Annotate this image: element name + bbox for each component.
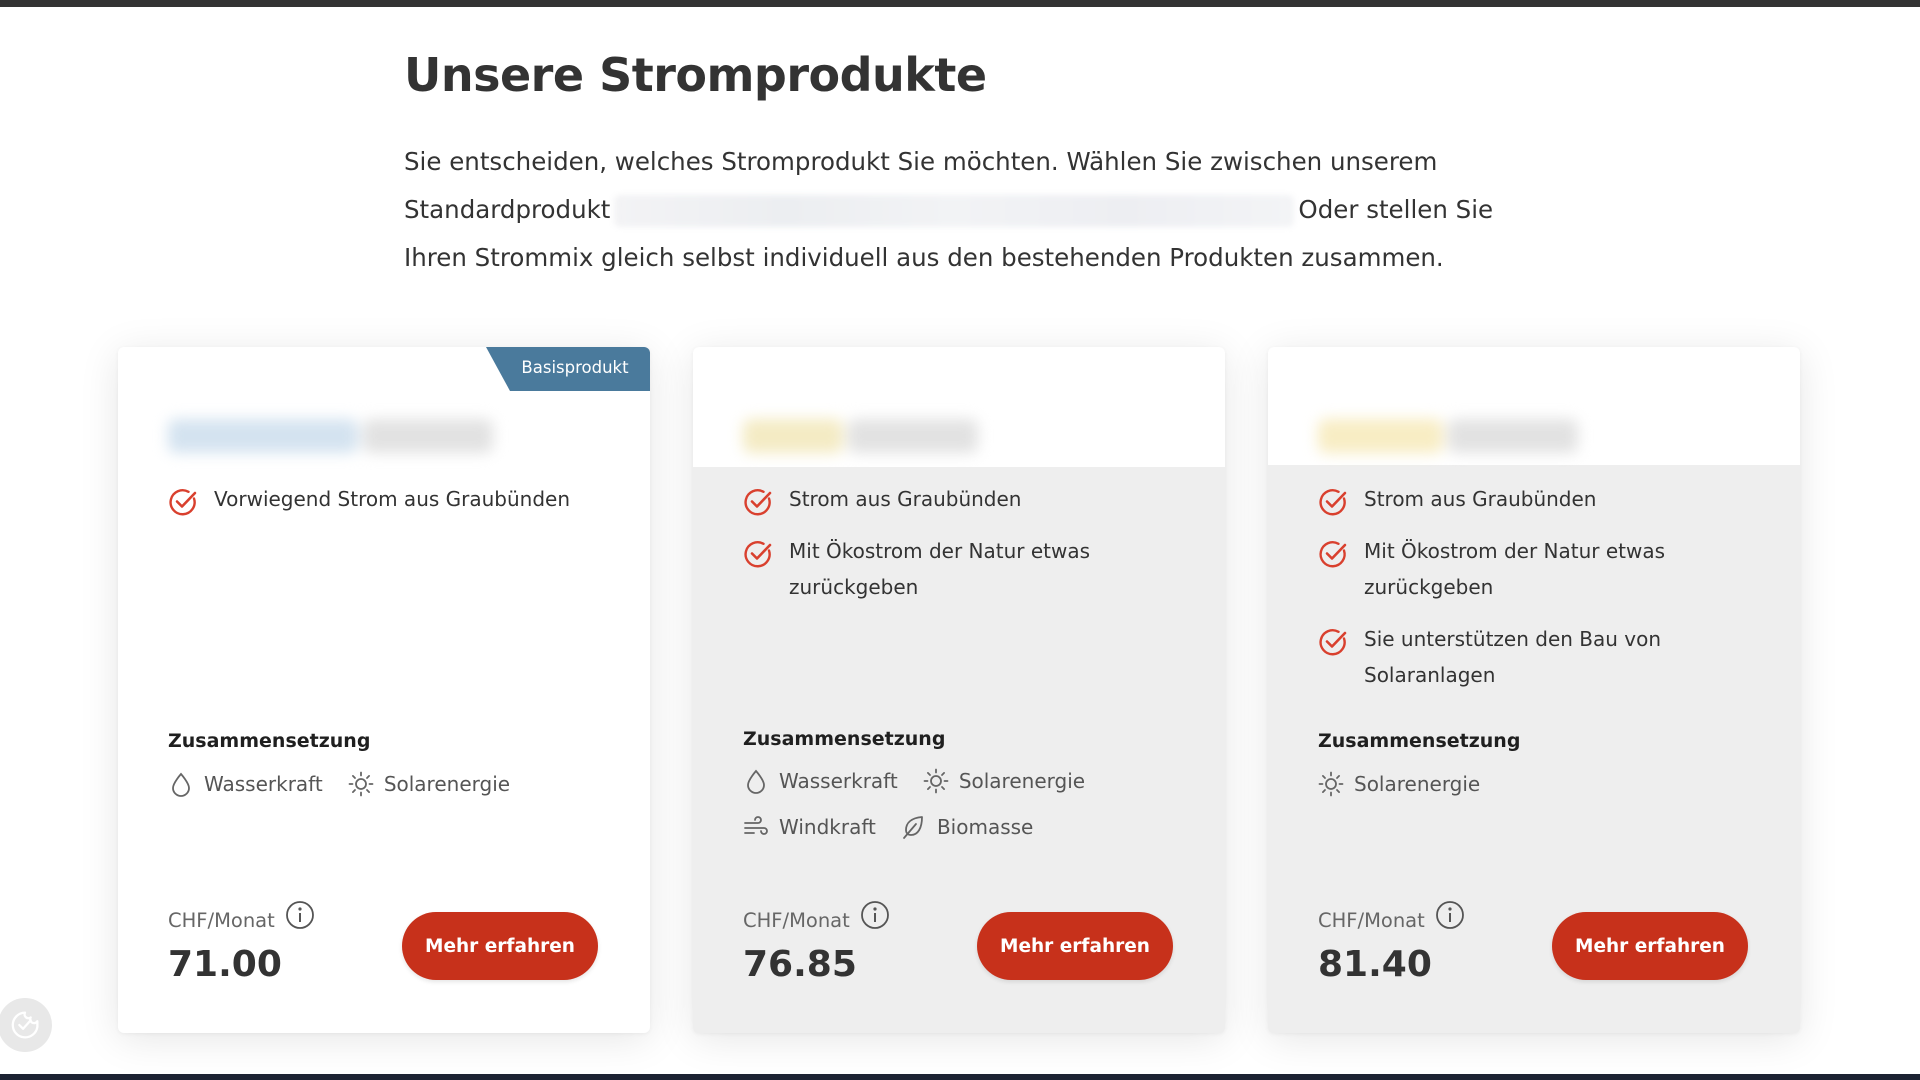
cookie-settings-button[interactable]	[0, 998, 52, 1052]
composition-item-solarenergie: Solarenergie	[1318, 771, 1480, 797]
check-circle-icon	[744, 541, 772, 568]
feature-item: Mit Ökostrom der Natur etwas zurückgeben	[743, 533, 1183, 605]
price-label: CHF/Monat	[1318, 900, 1466, 932]
price-value: 71.00	[168, 944, 282, 985]
cookie-icon	[11, 1011, 39, 1039]
info-icon[interactable]	[859, 899, 891, 931]
price-label: CHF/Monat	[743, 900, 891, 932]
composition-item-biomasse: Biomasse	[901, 814, 1033, 840]
check-circle-icon	[1319, 489, 1347, 516]
feature-item: Strom aus Graubünden	[1318, 481, 1758, 517]
price-value: 76.85	[743, 944, 857, 985]
check-circle-icon	[1319, 541, 1347, 568]
mehr-erfahren-button[interactable]: Mehr erfahren	[1552, 912, 1748, 980]
product-logo	[743, 419, 1073, 453]
composition-item-solarenergie: Solarenergie	[923, 768, 1085, 794]
intro-text: Sie entscheiden, welches Stromprodukt Si…	[404, 138, 1514, 282]
feature-item: Strom aus Graubünden	[743, 481, 1183, 517]
leaf-icon	[903, 816, 923, 839]
feature-item: Mit Ökostrom der Natur etwas zurückgeben	[1318, 533, 1758, 605]
mehr-erfahren-button[interactable]: Mehr erfahren	[977, 912, 1173, 980]
composition-list: Wasserkraft Solarenergie	[168, 771, 608, 817]
composition-item-windkraft: Windkraft	[743, 814, 876, 840]
check-circle-icon	[1319, 629, 1347, 656]
composition-list: Wasserkraft Solarenergie Windkraft Bioma…	[743, 768, 1183, 860]
feature-list: Strom aus Graubünden Mit Ökostrom der Na…	[743, 481, 1183, 621]
composition-title: Zusammensetzung	[1318, 730, 1521, 752]
composition-title: Zusammensetzung	[743, 728, 946, 750]
page-title: Unsere Stromprodukte	[404, 48, 987, 102]
composition-item-solarenergie: Solarenergie	[348, 771, 510, 797]
price-value: 81.40	[1318, 944, 1432, 985]
composition-list: Solarenergie	[1318, 771, 1758, 817]
info-icon[interactable]	[1434, 899, 1466, 931]
product-logo	[1318, 419, 1648, 453]
composition-item-wasserkraft: Wasserkraft	[743, 768, 898, 794]
product-card-1: Basisprodukt Vorwiegend Strom aus Graubü…	[118, 347, 650, 1033]
info-icon[interactable]	[284, 899, 316, 931]
price-label: CHF/Monat	[168, 900, 316, 932]
water-drop-icon	[172, 772, 190, 797]
basisprodukt-badge: Basisprodukt	[486, 347, 650, 391]
composition-item-wasserkraft: Wasserkraft	[168, 771, 323, 797]
composition-title: Zusammensetzung	[168, 730, 371, 752]
product-card-3: Strom aus Graubünden Mit Ökostrom der Na…	[1268, 347, 1800, 1033]
bottom-bar	[0, 1074, 1920, 1080]
sun-icon	[923, 768, 949, 794]
check-circle-icon	[169, 489, 197, 516]
wind-icon	[744, 816, 768, 835]
sun-icon	[1318, 771, 1344, 797]
top-bar	[0, 0, 1920, 7]
redacted-product-link	[614, 195, 1295, 227]
feature-item: Vorwiegend Strom aus Graubünden	[168, 481, 608, 517]
product-logo	[168, 419, 498, 453]
product-card-2: Strom aus Graubünden Mit Ökostrom der Na…	[693, 347, 1225, 1033]
feature-list: Strom aus Graubünden Mit Ökostrom der Na…	[1318, 481, 1758, 709]
feature-list: Vorwiegend Strom aus Graubünden	[168, 481, 608, 533]
check-circle-icon	[744, 489, 772, 516]
water-drop-icon	[747, 769, 765, 794]
mehr-erfahren-button[interactable]: Mehr erfahren	[402, 912, 598, 980]
feature-item: Sie unterstützen den Bau von Solaranlage…	[1318, 621, 1758, 693]
sun-icon	[348, 771, 374, 797]
